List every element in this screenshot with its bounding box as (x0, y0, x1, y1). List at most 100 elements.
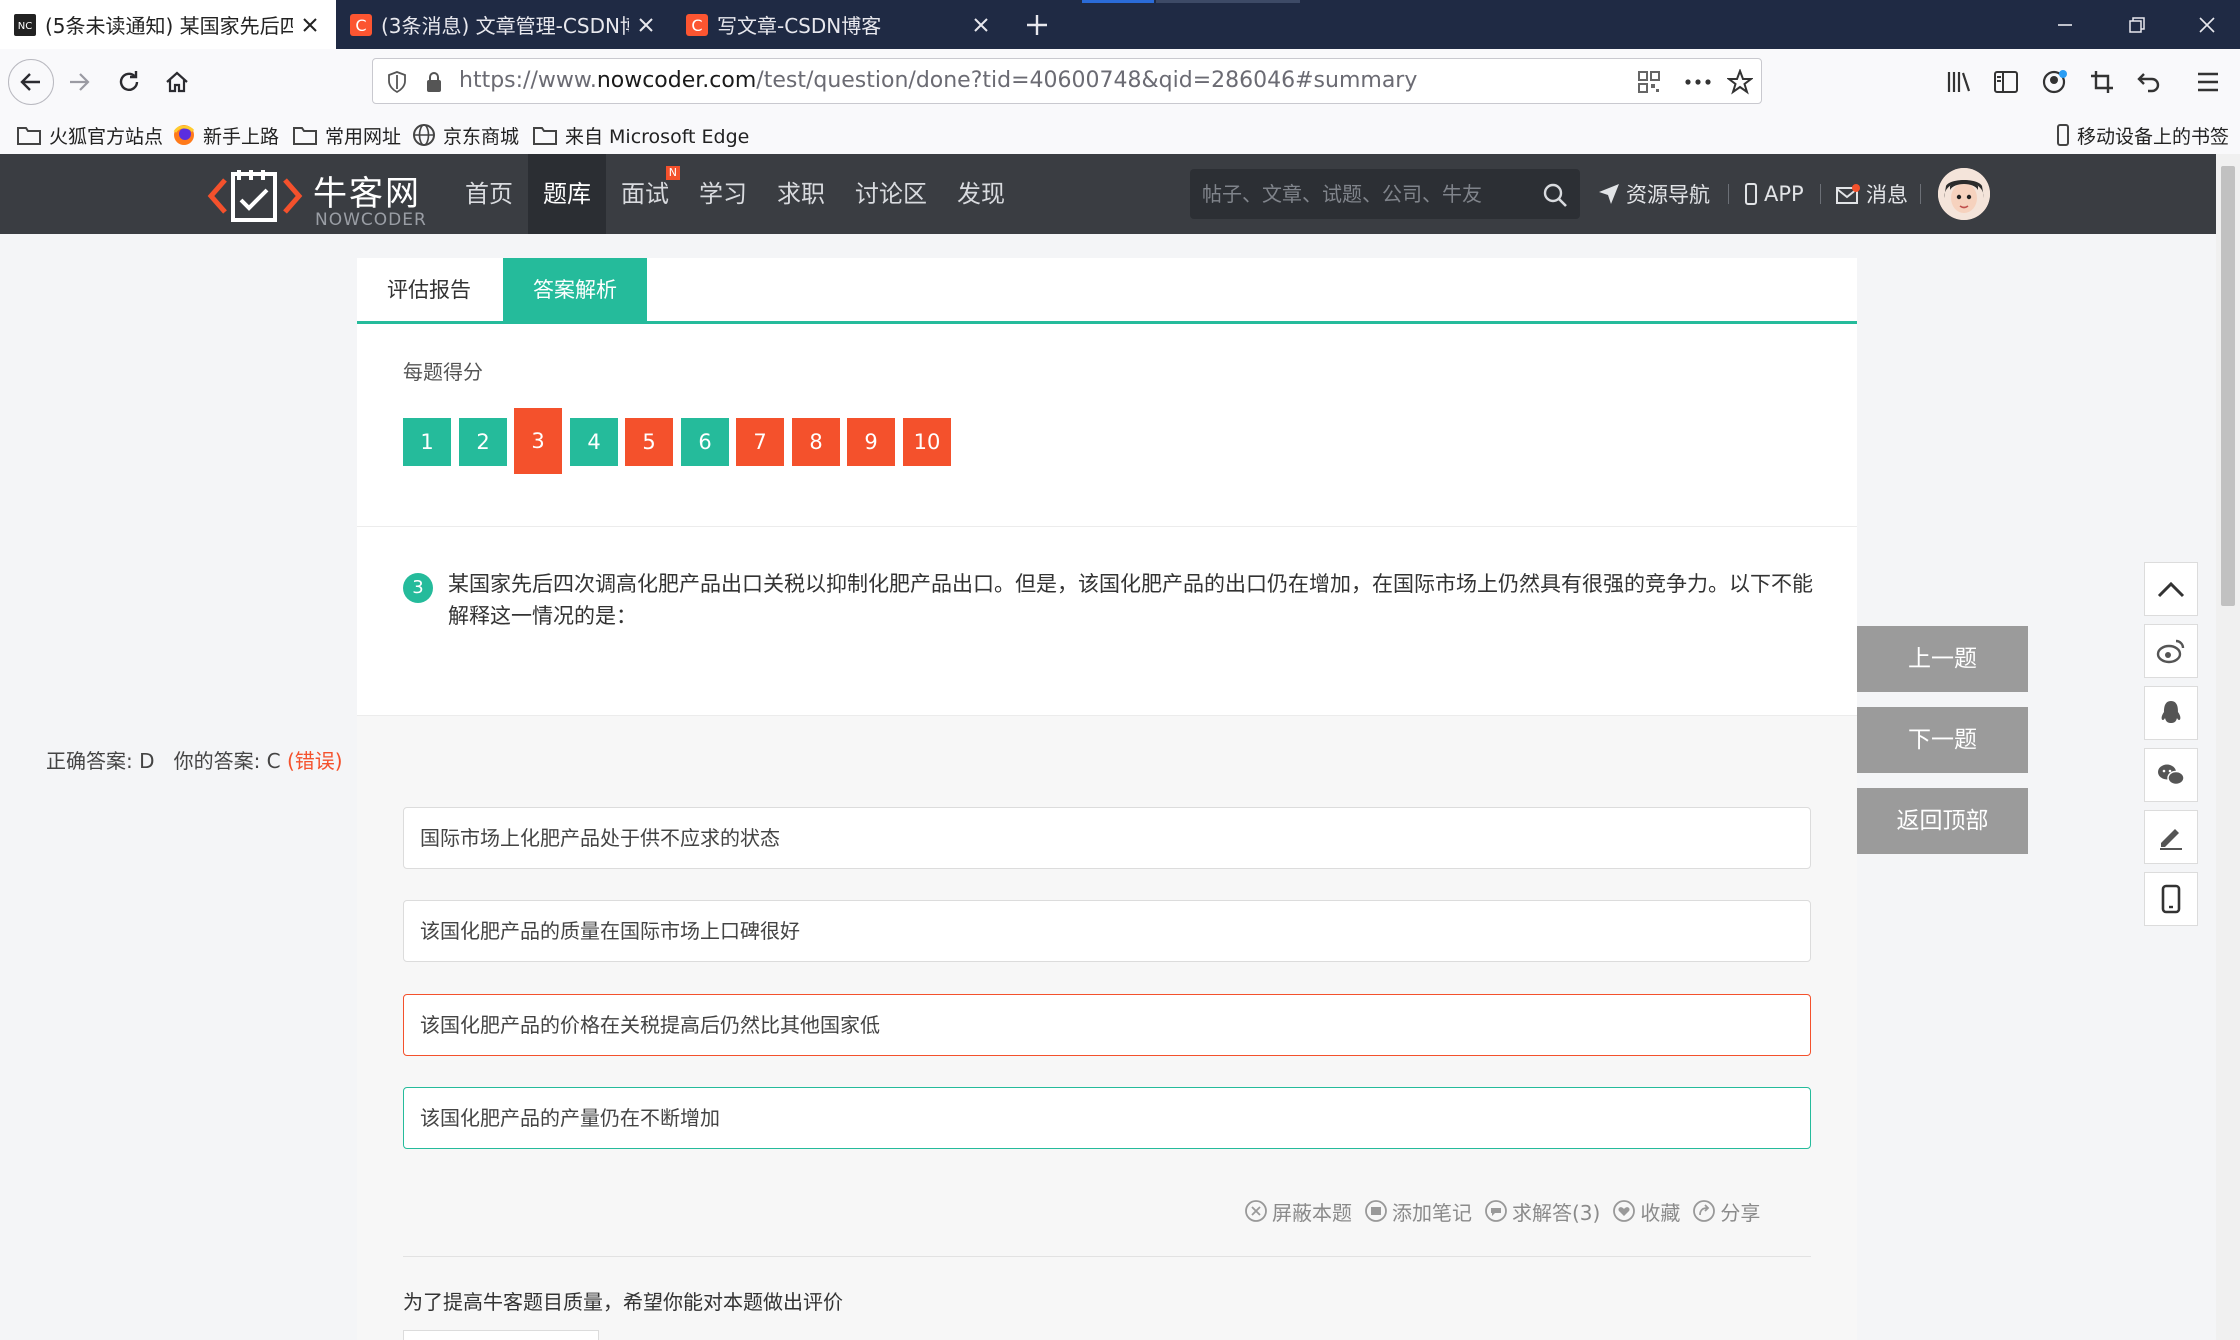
nav-forum[interactable]: 讨论区 (840, 154, 942, 234)
undo-icon[interactable] (2136, 69, 2162, 95)
score-item[interactable]: 5 (625, 418, 673, 466)
score-item[interactable]: 1 (403, 418, 451, 466)
nowcoder-logo[interactable]: 牛客网 NOWCODER (205, 162, 435, 230)
browser-tab-csdn-write[interactable]: C 写文章-CSDN博客 (672, 0, 1008, 49)
bookmark-jd[interactable]: 京东商城 (412, 115, 519, 155)
bookmark-folder-edge[interactable]: 来自 Microsoft Edge (532, 115, 749, 155)
nav-question-bank[interactable]: 题库 (528, 154, 606, 234)
csdn-favicon: C (686, 13, 708, 36)
previous-question-button[interactable]: 上一题 (1857, 626, 2028, 692)
firefox-icon (173, 125, 195, 145)
close-icon[interactable] (299, 12, 322, 38)
mobile-icon (2161, 884, 2181, 914)
account-icon[interactable] (2041, 68, 2069, 96)
share-wechat-button[interactable] (2144, 748, 2198, 802)
navigation-arrow-icon (1599, 184, 1619, 204)
nav-discover[interactable]: 发现 (942, 154, 1020, 234)
score-item[interactable]: 6 (681, 418, 729, 466)
close-icon[interactable] (635, 12, 658, 38)
score-item[interactable]: 7 (736, 418, 784, 466)
score-item[interactable]: 8 (792, 418, 840, 466)
feedback-prompt: 为了提高牛客题目质量，希望你能对本题做出评价 (403, 1290, 843, 1314)
scroll-top-button[interactable] (2144, 562, 2198, 616)
ask-answer-button[interactable]: 求解答(3) (1484, 1193, 1600, 1229)
tab-title: 写文章-CSDN博客 (717, 14, 882, 38)
correct-answer: 正确答案: D (46, 749, 155, 773)
next-question-button[interactable]: 下一题 (1857, 707, 2028, 773)
window-close-button[interactable] (2174, 0, 2240, 49)
option-d[interactable]: 该国化肥产品的产量仍在不断增加 (403, 1087, 1811, 1149)
rating-box[interactable] (403, 1330, 599, 1340)
messages-link[interactable]: 消息 (1836, 154, 1908, 234)
menu-icon[interactable] (2196, 71, 2220, 93)
site-search-input[interactable]: 帖子、文章、试题、公司、牛友 (1190, 169, 1580, 219)
avatar-illustration-icon (1938, 168, 1990, 220)
back-to-top-button[interactable]: 返回顶部 (1857, 788, 2028, 854)
share-qq-button[interactable] (2144, 686, 2198, 740)
favorite-button[interactable]: 收藏 (1612, 1193, 1680, 1229)
bookmark-getting-started[interactable]: 新手上路 (172, 115, 279, 155)
browser-toolbar: https://www.nowcoder.com/test/question/d… (0, 49, 2240, 161)
bookmark-label: 移动设备上的书签 (2077, 125, 2230, 148)
star-icon[interactable] (1727, 69, 1753, 95)
scrollbar-thumb[interactable] (2221, 166, 2235, 606)
score-item[interactable]: 10 (903, 418, 951, 466)
heart-icon (1613, 1200, 1636, 1222)
forward-button[interactable] (56, 59, 102, 105)
back-button[interactable] (8, 59, 54, 105)
add-note-button[interactable]: 添加笔记 (1364, 1193, 1472, 1229)
report-tabs: 评估报告 答案解析 (357, 258, 1857, 324)
mail-icon (1836, 184, 1860, 204)
nav-label: 学习 (699, 180, 747, 208)
share-button[interactable]: 分享 (1692, 1193, 1760, 1229)
block-question-button[interactable]: 屏蔽本题 (1244, 1193, 1352, 1229)
score-item[interactable]: 2 (459, 418, 507, 466)
home-button[interactable] (154, 59, 200, 105)
shield-icon (388, 71, 406, 93)
bookmark-folder-common[interactable]: 常用网址 (292, 115, 401, 155)
svg-text:C: C (691, 16, 702, 35)
app-link[interactable]: APP (1744, 154, 1804, 234)
tab-assessment-report[interactable]: 评估报告 (357, 258, 501, 322)
search-icon[interactable] (1542, 182, 1568, 208)
tab-activity-indicator (1156, 0, 1300, 3)
address-bar[interactable]: https://www.nowcoder.com/test/question/d… (372, 58, 1762, 104)
restore-button[interactable] (2104, 0, 2170, 49)
score-item-current[interactable]: 3 (514, 408, 562, 474)
close-icon[interactable] (968, 12, 994, 38)
bookmark-mobile[interactable]: 移动设备上的书签 (2056, 115, 2229, 155)
nav-study[interactable]: 学习 (684, 154, 762, 234)
browser-tab-nowcoder[interactable]: NC (5条未读通知) 某国家先后四次 (0, 0, 336, 49)
avatar[interactable] (1938, 168, 1990, 220)
folder-icon (293, 127, 317, 145)
sidebar-icon[interactable] (1993, 70, 2019, 94)
option-c[interactable]: 该国化肥产品的价格在关税提高后仍然比其他国家低 (403, 994, 1811, 1056)
note-icon (1365, 1200, 1387, 1222)
app-label: APP (1764, 182, 1804, 206)
more-icon[interactable] (1685, 79, 1711, 85)
nav-interview[interactable]: 面试 N (606, 154, 684, 234)
crop-icon[interactable] (2089, 69, 2115, 95)
edit-button[interactable] (2144, 810, 2198, 864)
nav-home[interactable]: 首页 (450, 154, 528, 234)
tab-answer-analysis[interactable]: 答案解析 (503, 258, 647, 322)
share-weibo-button[interactable] (2144, 624, 2198, 678)
reload-button[interactable] (106, 59, 152, 105)
browser-tab-csdn-manage[interactable]: C (3条消息) 文章管理-CSDN博客 (336, 0, 672, 49)
chevron-up-icon (2157, 581, 2185, 598)
nav-jobs[interactable]: 求职 (762, 154, 840, 234)
score-item[interactable]: 9 (847, 418, 895, 466)
new-tab-button[interactable] (1020, 10, 1054, 40)
your-answer: 你的答案: C (173, 749, 281, 773)
library-icon[interactable] (1946, 69, 1972, 95)
wechat-icon (2158, 764, 2185, 786)
qr-code-icon[interactable] (1637, 70, 1661, 94)
minimize-button[interactable] (2032, 0, 2098, 49)
option-b[interactable]: 该国化肥产品的质量在国际市场上口碑很好 (403, 900, 1811, 962)
resource-nav-link[interactable]: 资源导航 (1598, 154, 1710, 234)
mobile-view-button[interactable] (2144, 872, 2198, 926)
action-label: 求解答(3) (1512, 1200, 1601, 1225)
option-a[interactable]: 国际市场上化肥产品处于供不应求的状态 (403, 807, 1811, 869)
bookmark-folder-firefox-site[interactable]: 火狐官方站点 (16, 115, 163, 155)
score-item[interactable]: 4 (570, 418, 618, 466)
